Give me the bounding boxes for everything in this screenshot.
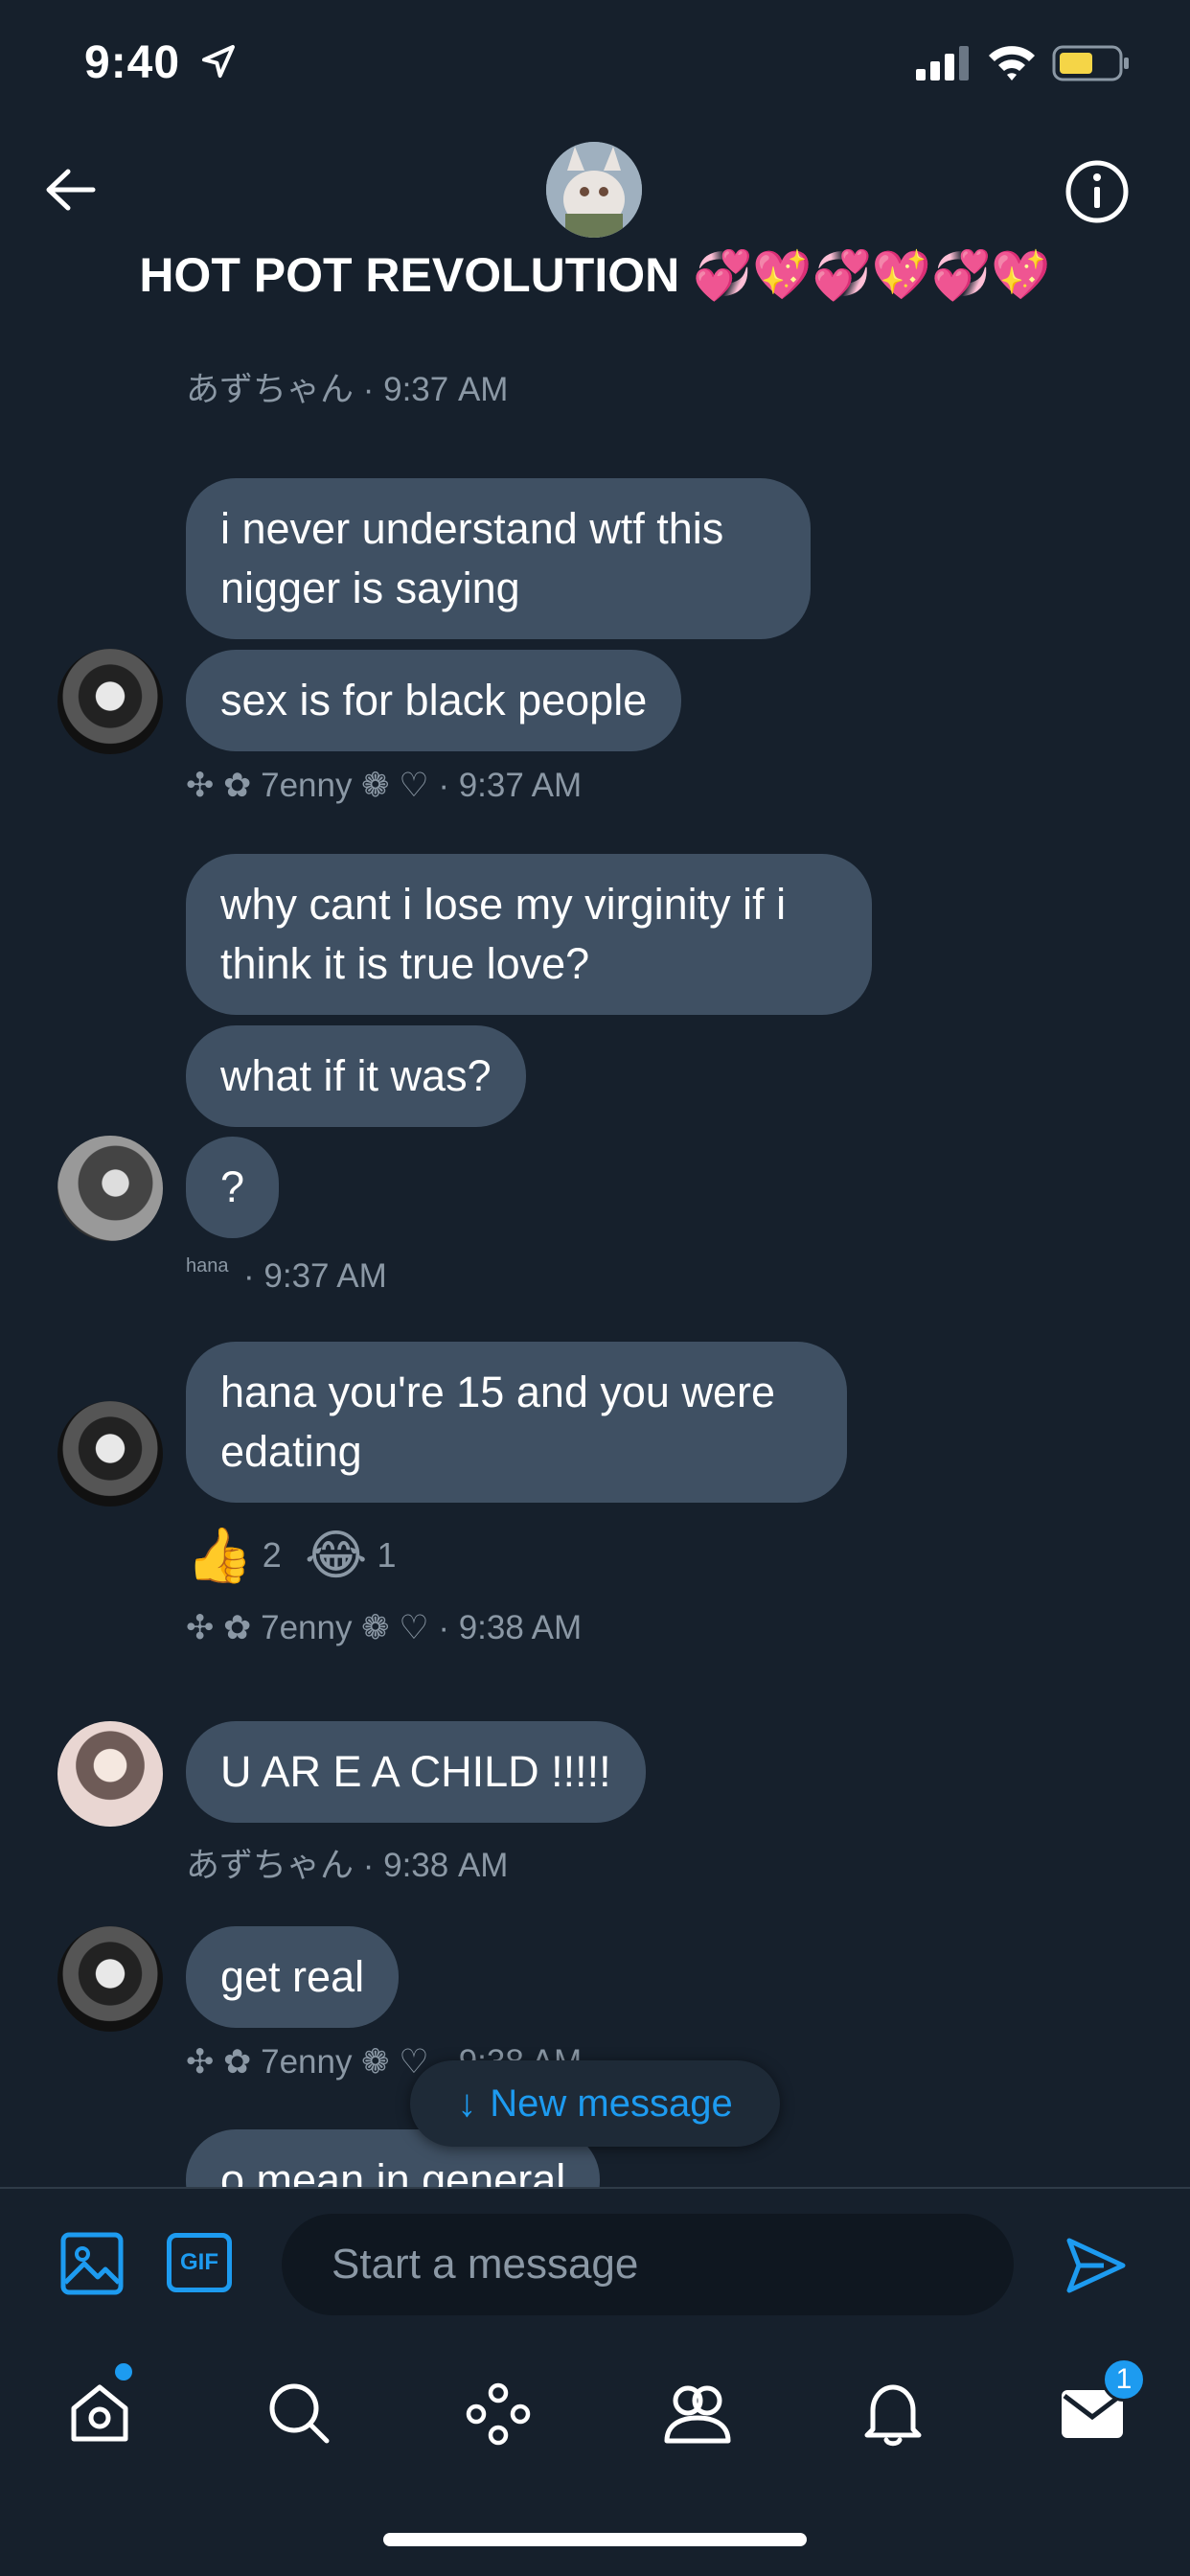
message-bubble[interactable]: hana you're 15 and you were edating [186, 1342, 847, 1503]
message-bubble[interactable]: what if it was? [186, 1025, 526, 1127]
messages-badge: 1 [1102, 2358, 1146, 2402]
message-bubble[interactable]: U AR E A CHILD !!!!! [186, 1721, 646, 1823]
message-meta: ✣ ✿ 7enny ❁ ♡ · 9:37 AM [186, 767, 583, 804]
communities-icon [664, 2385, 731, 2444]
spaces-icon [466, 2382, 531, 2446]
message-bubble[interactable]: i never understand wtf this nigger is sa… [186, 478, 811, 639]
message-meta: あずちゃん · 9:38 AM [186, 1847, 509, 1884]
send-icon [1066, 2238, 1126, 2293]
gif-button[interactable]: GIF [167, 2233, 232, 2292]
new-message-button[interactable]: ↓ New message [410, 2060, 780, 2147]
back-arrow-icon [46, 169, 96, 211]
tab-search[interactable] [261, 2375, 337, 2451]
status-time: 9:40 [84, 37, 181, 88]
conversation-info-button[interactable] [1064, 158, 1131, 225]
reaction-emoji: 😂 [305, 1525, 368, 1585]
message-bubble[interactable]: sex is for black people [186, 650, 682, 751]
tab-notifications[interactable] [855, 2375, 931, 2451]
back-button[interactable] [38, 158, 102, 221]
home-notification-dot [115, 2363, 132, 2380]
location-arrow-icon [202, 45, 235, 78]
home-indicator[interactable] [383, 2533, 807, 2546]
message-meta: あずちゃん · 9:37 AM [186, 371, 509, 408]
down-arrow-icon: ↓ [457, 2082, 477, 2125]
info-icon [1065, 160, 1129, 223]
reaction-count: 2 [262, 1535, 282, 1575]
avatar[interactable] [57, 1401, 163, 1506]
message-composer: GIF [0, 2187, 1190, 2336]
search-icon [269, 2383, 330, 2444]
group-avatar-image [546, 142, 642, 238]
reaction[interactable]: 👍 2 [186, 1524, 282, 1587]
avatar[interactable] [57, 1721, 163, 1827]
image-icon [60, 2232, 124, 2295]
bell-icon [864, 2384, 922, 2447]
status-bar: 9:40 [0, 0, 1190, 125]
message-bubble[interactable]: get real [186, 1926, 400, 2028]
new-message-label: New message [490, 2082, 733, 2125]
avatar[interactable] [57, 1136, 163, 1241]
message-meta: ✣ ✿ 7enny ❁ ♡ · 9:38 AM [186, 1609, 583, 1646]
message-meta: · 9:37 AM [243, 1257, 387, 1295]
message-bubble[interactable]: ? [186, 1137, 280, 1238]
message-list[interactable]: あずちゃん · 9:37 AM i never understand wtf t… [0, 288, 1190, 2187]
reaction-count: 1 [377, 1535, 397, 1575]
reaction[interactable]: 😂 1 [305, 1524, 396, 1587]
message-sender-small: hana [186, 1255, 229, 1276]
send-button[interactable] [1065, 2235, 1127, 2296]
avatar[interactable] [57, 1926, 163, 2032]
message-bubble[interactable]: why cant i lose my virginity if i think … [186, 854, 872, 1015]
add-image-button[interactable] [59, 2231, 125, 2296]
cellular-signal-icon [916, 46, 969, 80]
tab-spaces[interactable] [460, 2375, 537, 2451]
reaction-emoji: 👍 [186, 1525, 253, 1585]
message-input[interactable] [282, 2214, 1014, 2315]
home-icon [71, 2384, 128, 2442]
dm-conversation-screen: 9:40 HOT POT REVOLUTION 💞💖💞💖💞💖 あずちゃん · 9… [0, 0, 1190, 2576]
tab-communities[interactable] [659, 2375, 736, 2451]
battery-icon [1052, 45, 1129, 81]
tab-home[interactable] [61, 2375, 138, 2451]
group-avatar[interactable] [546, 142, 642, 238]
avatar[interactable] [57, 649, 163, 754]
wifi-icon [989, 46, 1035, 80]
